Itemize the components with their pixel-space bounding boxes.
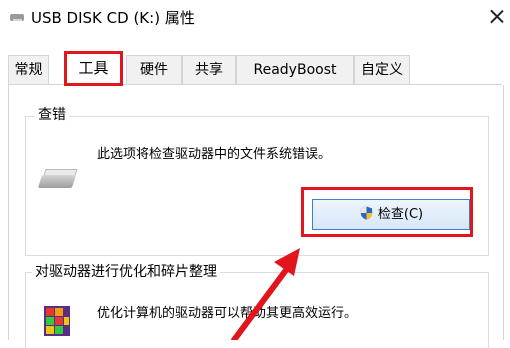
optimize-title: 对驱动器进行优化和碎片整理 — [32, 264, 220, 280]
tab-sharing[interactable]: 共享 — [182, 55, 236, 84]
title-bar: USB DISK CD (K:) 属性 — [0, 0, 510, 34]
error-check-description: 此选项将检查驱动器中的文件系统错误。 — [97, 147, 332, 162]
tab-tools[interactable]: 工具 — [64, 51, 123, 86]
tab-customize[interactable]: 自定义 — [354, 55, 410, 84]
error-check-title: 查错 — [35, 107, 69, 123]
drive-icon — [10, 14, 24, 21]
defrag-icon — [44, 306, 70, 336]
tab-readyboost[interactable]: ReadyBoost — [236, 55, 354, 84]
window-title: USB DISK CD (K:) 属性 — [31, 9, 195, 27]
check-button-label: 检查(C) — [377, 207, 424, 222]
tab-general[interactable]: 常规 — [8, 55, 49, 84]
close-button[interactable] — [486, 5, 508, 29]
tab-hardware[interactable]: 硬件 — [126, 55, 182, 84]
check-button[interactable]: 检查(C) — [312, 199, 470, 230]
uac-shield-icon — [360, 206, 372, 220]
tab-strip: 常规 工具 硬件 共享 ReadyBoost 自定义 — [8, 51, 508, 86]
usb-drive-icon — [37, 169, 78, 189]
optimize-description: 优化计算机的驱动器可以帮助其更高效运行。 — [97, 306, 358, 321]
